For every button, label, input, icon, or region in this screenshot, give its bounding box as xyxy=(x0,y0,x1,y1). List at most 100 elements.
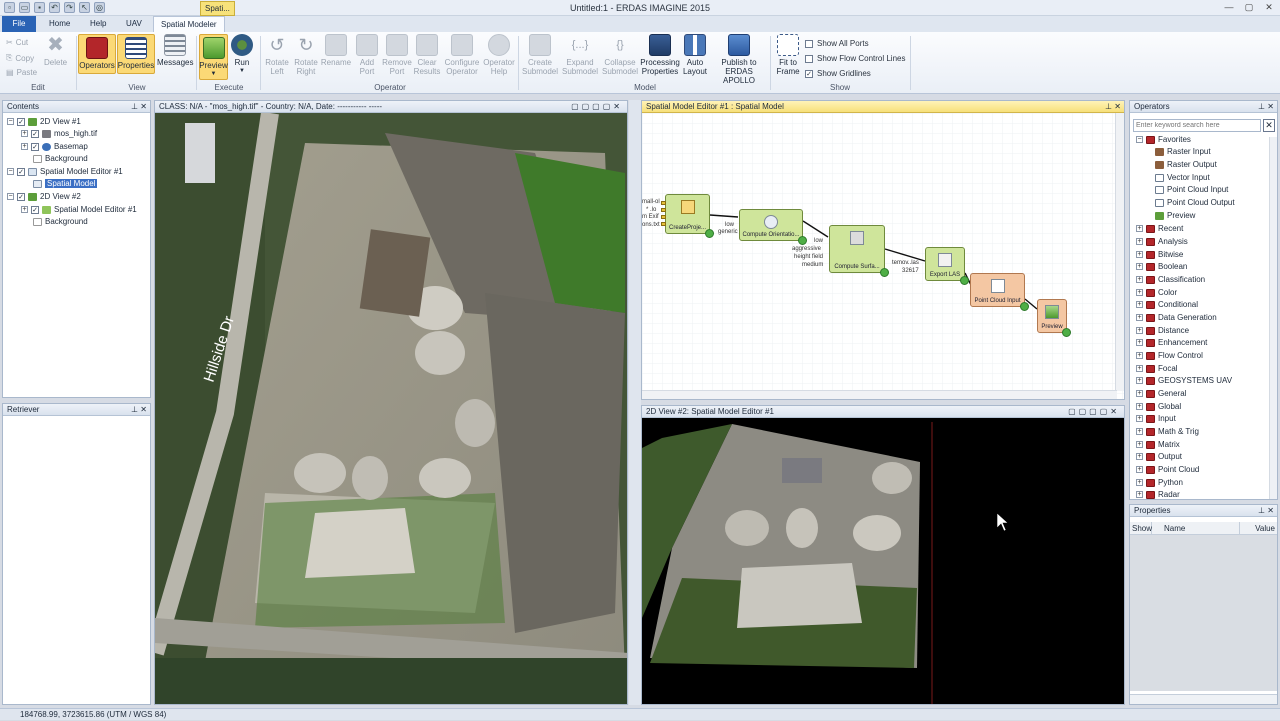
expand-icon[interactable]: + xyxy=(1136,301,1143,308)
pin-icon[interactable]: ⊥ xyxy=(131,404,138,416)
category-distance[interactable]: + Distance xyxy=(1136,326,1189,335)
node-create-project[interactable]: CreateProje... xyxy=(665,194,714,238)
category-classification[interactable]: + Classification xyxy=(1136,275,1205,284)
view-window-buttons-icon[interactable]: ▢▢▢▢✕ xyxy=(1068,406,1120,418)
expand-icon[interactable]: + xyxy=(1136,289,1143,296)
collapse-submodel-button[interactable]: {} Collapse Submodel xyxy=(601,34,639,76)
vertical-splitter[interactable] xyxy=(629,100,641,705)
column-header-name[interactable]: Name xyxy=(1152,522,1240,534)
tab-spatial-modeler[interactable]: Spatial Modeler xyxy=(153,16,225,33)
tab-file[interactable]: File xyxy=(2,16,36,32)
view-window-buttons-icon[interactable]: ▢▢▢▢✕ xyxy=(571,101,623,113)
rotate-left-button[interactable]: ↺ Rotate Left xyxy=(264,34,290,76)
collapse-icon[interactable]: − xyxy=(7,168,14,175)
properties-button[interactable]: Properties xyxy=(117,34,155,74)
category-analysis[interactable]: + Analysis xyxy=(1136,237,1188,246)
close-icon[interactable]: ✕ xyxy=(140,404,147,416)
node-point-cloud-input[interactable]: Point Cloud Input xyxy=(970,273,1029,311)
tree-item-2d-view-1[interactable]: − ✓ 2D View #1 xyxy=(7,117,81,126)
expand-icon[interactable]: + xyxy=(1136,491,1143,498)
minimize-icon[interactable]: — xyxy=(1222,1,1236,13)
input-port[interactable] xyxy=(661,208,666,212)
expand-icon[interactable]: + xyxy=(1136,415,1143,422)
expand-icon[interactable]: + xyxy=(1136,339,1143,346)
category-point-cloud[interactable]: + Point Cloud xyxy=(1136,465,1199,474)
preview-button[interactable]: Preview ▼ xyxy=(199,34,228,80)
pin-icon[interactable]: ⊥ xyxy=(1105,101,1112,113)
expand-icon[interactable]: + xyxy=(21,206,28,213)
tree-item-spatial-model-editor[interactable]: − ✓ Spatial Model Editor #1 xyxy=(7,167,123,176)
expand-icon[interactable]: + xyxy=(1136,225,1143,232)
tree-item-2d-view-2[interactable]: − ✓ 2D View #2 xyxy=(7,192,81,201)
remove-port-button[interactable]: Remove Port xyxy=(382,34,412,76)
maximize-icon[interactable]: ▢ xyxy=(1242,1,1256,13)
expand-icon[interactable]: + xyxy=(1136,403,1143,410)
expand-icon[interactable]: + xyxy=(21,130,28,137)
category-output[interactable]: + Output xyxy=(1136,452,1182,461)
sme-vertical-scrollbar[interactable] xyxy=(1115,113,1124,391)
orthomosaic-image[interactable]: Hillside Dr xyxy=(155,113,628,705)
create-submodel-button[interactable]: Create Submodel xyxy=(521,34,559,76)
checkbox-checked-icon[interactable]: ✓ xyxy=(17,167,25,176)
expand-submodel-button[interactable]: {...} Expand Submodel xyxy=(561,34,599,76)
rotate-right-button[interactable]: ↻ Rotate Right xyxy=(293,34,319,76)
category-radar[interactable]: + Radar xyxy=(1136,490,1180,499)
clear-results-button[interactable]: Clear Results xyxy=(414,34,440,76)
add-port-button[interactable]: Add Port xyxy=(355,34,379,76)
expand-icon[interactable]: + xyxy=(1136,263,1143,270)
tree-item-mos-high[interactable]: + ✓ mos_high.tif xyxy=(21,129,97,138)
tab-help[interactable]: Help xyxy=(83,16,113,32)
category-boolean[interactable]: + Boolean xyxy=(1136,262,1187,271)
expand-icon[interactable]: + xyxy=(1136,428,1143,435)
expand-icon[interactable]: + xyxy=(1136,238,1143,245)
category-recent[interactable]: + Recent xyxy=(1136,224,1183,233)
operator-search-input[interactable] xyxy=(1133,119,1261,132)
category-input[interactable]: + Input xyxy=(1136,414,1176,423)
node-preview[interactable]: Preview xyxy=(1037,299,1071,337)
auto-layout-button[interactable]: Auto Layout xyxy=(682,34,708,76)
expand-icon[interactable]: + xyxy=(1136,352,1143,359)
run-button[interactable]: Run ▼ xyxy=(231,34,253,76)
checkbox-checked-icon[interactable]: ✓ xyxy=(31,205,39,214)
category-focal[interactable]: + Focal xyxy=(1136,364,1178,373)
expand-icon[interactable]: + xyxy=(1136,251,1143,258)
operator-help-button[interactable]: Operator Help xyxy=(482,34,516,76)
operator-point-cloud-output[interactable]: Point Cloud Output xyxy=(1155,198,1235,207)
tree-item-favorites[interactable]: − Favorites xyxy=(1136,135,1191,144)
checkbox-checked-icon[interactable]: ✓ xyxy=(31,142,39,151)
paste-button[interactable]: ▤ Paste xyxy=(6,68,37,77)
clear-search-icon[interactable]: ✕ xyxy=(1263,119,1275,132)
expand-icon[interactable]: + xyxy=(1136,479,1143,486)
tab-uav[interactable]: UAV xyxy=(119,16,149,32)
properties-scrollbar[interactable] xyxy=(1130,694,1277,704)
category-math-trig[interactable]: + Math & Trig xyxy=(1136,427,1199,436)
show-all-ports-checkbox[interactable]: Show All Ports xyxy=(805,39,869,48)
input-port[interactable] xyxy=(661,222,666,226)
operator-raster-input[interactable]: Raster Input xyxy=(1155,147,1211,156)
expand-icon[interactable]: + xyxy=(1136,390,1143,397)
category-color[interactable]: + Color xyxy=(1136,288,1177,297)
operators-scrollbar[interactable] xyxy=(1269,137,1277,499)
close-icon[interactable]: ✕ xyxy=(1267,101,1274,113)
pin-icon[interactable]: ⊥ xyxy=(1258,101,1265,113)
input-port[interactable] xyxy=(661,201,666,205)
checkbox-checked-icon[interactable]: ✓ xyxy=(17,117,25,126)
show-gridlines-checkbox[interactable]: ✓ Show Gridlines xyxy=(805,69,871,78)
category-general[interactable]: + General xyxy=(1136,389,1186,398)
tab-home[interactable]: Home xyxy=(42,16,77,32)
category-geosystems-uav[interactable]: + GEOSYSTEMS UAV xyxy=(1136,376,1232,385)
tree-item-background[interactable]: Background xyxy=(33,154,88,163)
operator-raster-output[interactable]: Raster Output xyxy=(1155,160,1217,169)
tree-item-basemap[interactable]: + ✓ Basemap xyxy=(21,142,88,151)
expand-icon[interactable]: + xyxy=(1136,365,1143,372)
close-icon[interactable]: ✕ xyxy=(140,101,147,113)
operators-button[interactable]: Operators xyxy=(78,34,116,74)
expand-icon[interactable]: + xyxy=(1136,314,1143,321)
fit-to-frame-button[interactable]: Fit to Frame xyxy=(774,34,802,76)
expand-icon[interactable]: + xyxy=(21,143,28,150)
category-data-generation[interactable]: + Data Generation xyxy=(1136,313,1217,322)
close-icon[interactable]: ✕ xyxy=(1267,505,1274,517)
close-icon[interactable]: ✕ xyxy=(1114,101,1121,113)
category-global[interactable]: + Global xyxy=(1136,402,1181,411)
publish-apollo-button[interactable]: Publish to ERDAS APOLLO xyxy=(710,34,768,85)
